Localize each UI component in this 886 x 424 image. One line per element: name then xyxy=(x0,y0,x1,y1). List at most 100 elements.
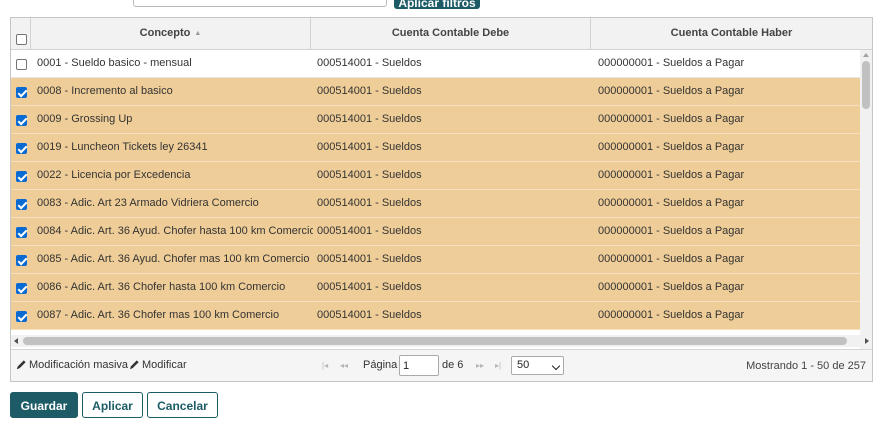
table-row[interactable]: 0009 - Grossing Up 000514001 - Sueldos 0… xyxy=(11,106,860,134)
row-checkbox[interactable] xyxy=(16,58,27,70)
pencil-icon xyxy=(129,360,139,370)
row-checkbox-cell xyxy=(11,274,31,301)
row-checkbox-cell xyxy=(11,106,31,133)
row-checkbox-cell xyxy=(11,134,31,161)
apply-button[interactable]: Aplicar xyxy=(82,392,143,418)
row-checkbox-cell xyxy=(11,190,31,217)
grid-header: Concepto ▲ Cuenta Contable Debe Cuenta Co… xyxy=(11,18,872,50)
filter-input[interactable] xyxy=(133,0,387,7)
select-all-checkbox[interactable] xyxy=(16,34,27,45)
haber-cell: 000000001 - Sueldos a Pagar xyxy=(598,169,745,181)
concepto-cell: 0008 - Incremento al basico xyxy=(37,85,173,97)
pencil-icon xyxy=(16,360,26,370)
vertical-scroll-thumb[interactable] xyxy=(862,61,870,109)
bulk-edit-label: Modificación masiva xyxy=(29,359,129,371)
haber-cell: 000000001 - Sueldos a Pagar xyxy=(598,309,745,321)
first-page-icon[interactable]: |◂ xyxy=(322,361,328,370)
debe-cell: 000514001 - Sueldos xyxy=(317,253,422,265)
haber-cell: 000000001 - Sueldos a Pagar xyxy=(598,197,745,209)
select-all-cell xyxy=(11,18,31,49)
edit-label: Modificar xyxy=(142,359,187,371)
paging-info: Mostrando 1 - 50 de 257 xyxy=(746,360,866,372)
table-row[interactable]: 0086 - Adic. Art. 36 Chofer hasta 100 km… xyxy=(11,274,860,302)
concepto-cell: 0001 - Sueldo basico - mensual xyxy=(37,57,192,69)
debe-cell: 000514001 - Sueldos xyxy=(317,197,422,209)
concepto-cell: 0022 - Licencia por Excedencia xyxy=(37,169,191,181)
sort-icon: ▲ xyxy=(194,30,202,37)
table-row[interactable]: 0001 - Sueldo basico - mensual 000514001… xyxy=(11,50,860,78)
haber-cell: 000000001 - Sueldos a Pagar xyxy=(598,141,745,153)
page-size-value: 50 xyxy=(517,359,530,371)
scroll-up-icon[interactable] xyxy=(863,53,869,57)
row-checkbox[interactable] xyxy=(16,226,27,238)
debe-cell: 000514001 - Sueldos xyxy=(317,281,422,293)
table-row[interactable]: 0022 - Licencia por Excedencia 000514001… xyxy=(11,162,860,190)
haber-cell: 000000001 - Sueldos a Pagar xyxy=(598,281,745,293)
last-page-icon[interactable]: ▸| xyxy=(495,361,501,370)
table-row[interactable]: 0087 - Adic. Art. 36 Chofer mas 100 km C… xyxy=(11,302,860,330)
haber-cell: 000000001 - Sueldos a Pagar xyxy=(598,57,745,69)
row-checkbox[interactable] xyxy=(16,114,27,126)
table-row[interactable]: 0085 - Adic. Art. 36 Ayud. Chofer mas 10… xyxy=(11,246,860,274)
page-count-label: de 6 xyxy=(442,359,464,371)
row-checkbox-cell xyxy=(11,218,31,245)
apply-filters-button[interactable]: Aplicar filtros xyxy=(394,0,480,9)
table-row[interactable]: 0008 - Incremento al basico 000514001 - … xyxy=(11,78,860,106)
haber-cell: 000000001 - Sueldos a Pagar xyxy=(598,225,745,237)
concepto-cell: 0086 - Adic. Art. 36 Chofer hasta 100 km… xyxy=(37,281,286,293)
concepto-cell: 0085 - Adic. Art. 36 Ayud. Chofer mas 10… xyxy=(37,253,310,265)
haber-cell: 000000001 - Sueldos a Pagar xyxy=(598,85,745,97)
concepto-cell: 0087 - Adic. Art. 36 Chofer mas 100 km C… xyxy=(37,309,280,321)
debe-cell: 000514001 - Sueldos xyxy=(317,169,422,181)
concepto-cell: 0084 - Adic. Art. 36 Ayud. Chofer hasta … xyxy=(37,225,313,237)
next-page-icon[interactable]: ▸▸ xyxy=(476,361,484,370)
concept-grid: Concepto ▲ Cuenta Contable Debe Cuenta Co… xyxy=(10,17,873,382)
debe-cell: 000514001 - Sueldos xyxy=(317,141,422,153)
table-row[interactable]: 0083 - Adic. Art 23 Armado Vidriera Come… xyxy=(11,190,860,218)
page-number-input[interactable] xyxy=(399,355,439,376)
table-row[interactable]: 0084 - Adic. Art. 36 Ayud. Chofer hasta … xyxy=(11,218,860,246)
haber-cell: 000000001 - Sueldos a Pagar xyxy=(598,253,745,265)
concepto-cell: 0019 - Luncheon Tickets ley 26341 xyxy=(37,141,208,153)
debe-cell: 000514001 - Sueldos xyxy=(317,225,422,237)
save-button[interactable]: Guardar xyxy=(10,392,78,418)
row-checkbox-cell xyxy=(11,246,31,273)
edit-button[interactable]: Modificar xyxy=(129,350,187,380)
row-checkbox[interactable] xyxy=(16,310,27,322)
row-checkbox-cell xyxy=(11,78,31,105)
page-label: Página xyxy=(363,359,398,371)
grid-footer: Modificación masiva Modificar |◂ ◂◂ Pági… xyxy=(11,349,872,381)
row-checkbox[interactable] xyxy=(16,254,27,266)
column-header-haber[interactable]: Cuenta Contable Haber xyxy=(591,18,872,49)
scroll-left-icon[interactable] xyxy=(14,338,18,344)
row-checkbox-cell xyxy=(11,162,31,189)
horizontal-scrollbar[interactable] xyxy=(11,335,872,347)
debe-cell: 000514001 - Sueldos xyxy=(317,85,422,97)
grid-body: 0001 - Sueldo basico - mensual 000514001… xyxy=(11,50,860,350)
debe-cell: 000514001 - Sueldos xyxy=(317,309,422,321)
row-checkbox[interactable] xyxy=(16,86,27,98)
column-header-concepto[interactable]: Concepto ▲ xyxy=(31,18,311,49)
cancel-button[interactable]: Cancelar xyxy=(147,392,218,418)
table-row[interactable]: 0019 - Luncheon Tickets ley 26341 000514… xyxy=(11,134,860,162)
horizontal-scroll-thumb[interactable] xyxy=(23,337,847,345)
page-size-select[interactable]: 50 xyxy=(511,356,564,375)
bulk-edit-button[interactable]: Modificación masiva xyxy=(16,350,128,380)
row-checkbox-cell xyxy=(11,302,31,329)
debe-cell: 000514001 - Sueldos xyxy=(317,113,422,125)
scroll-right-icon[interactable] xyxy=(865,338,869,344)
filter-bar: Aplicar filtros xyxy=(0,0,886,10)
column-header-label: Concepto xyxy=(139,27,191,39)
concepto-cell: 0083 - Adic. Art 23 Armado Vidriera Come… xyxy=(37,197,259,209)
chevron-down-icon xyxy=(551,361,561,371)
debe-cell: 000514001 - Sueldos xyxy=(317,57,422,69)
column-header-debe[interactable]: Cuenta Contable Debe xyxy=(311,18,591,49)
row-checkbox[interactable] xyxy=(16,198,27,210)
row-checkbox-cell xyxy=(11,50,31,77)
row-checkbox[interactable] xyxy=(16,170,27,182)
vertical-scrollbar[interactable] xyxy=(860,50,872,350)
row-checkbox[interactable] xyxy=(16,142,27,154)
concepto-cell: 0009 - Grossing Up xyxy=(37,113,133,125)
row-checkbox[interactable] xyxy=(16,282,27,294)
prev-page-icon[interactable]: ◂◂ xyxy=(340,361,348,370)
